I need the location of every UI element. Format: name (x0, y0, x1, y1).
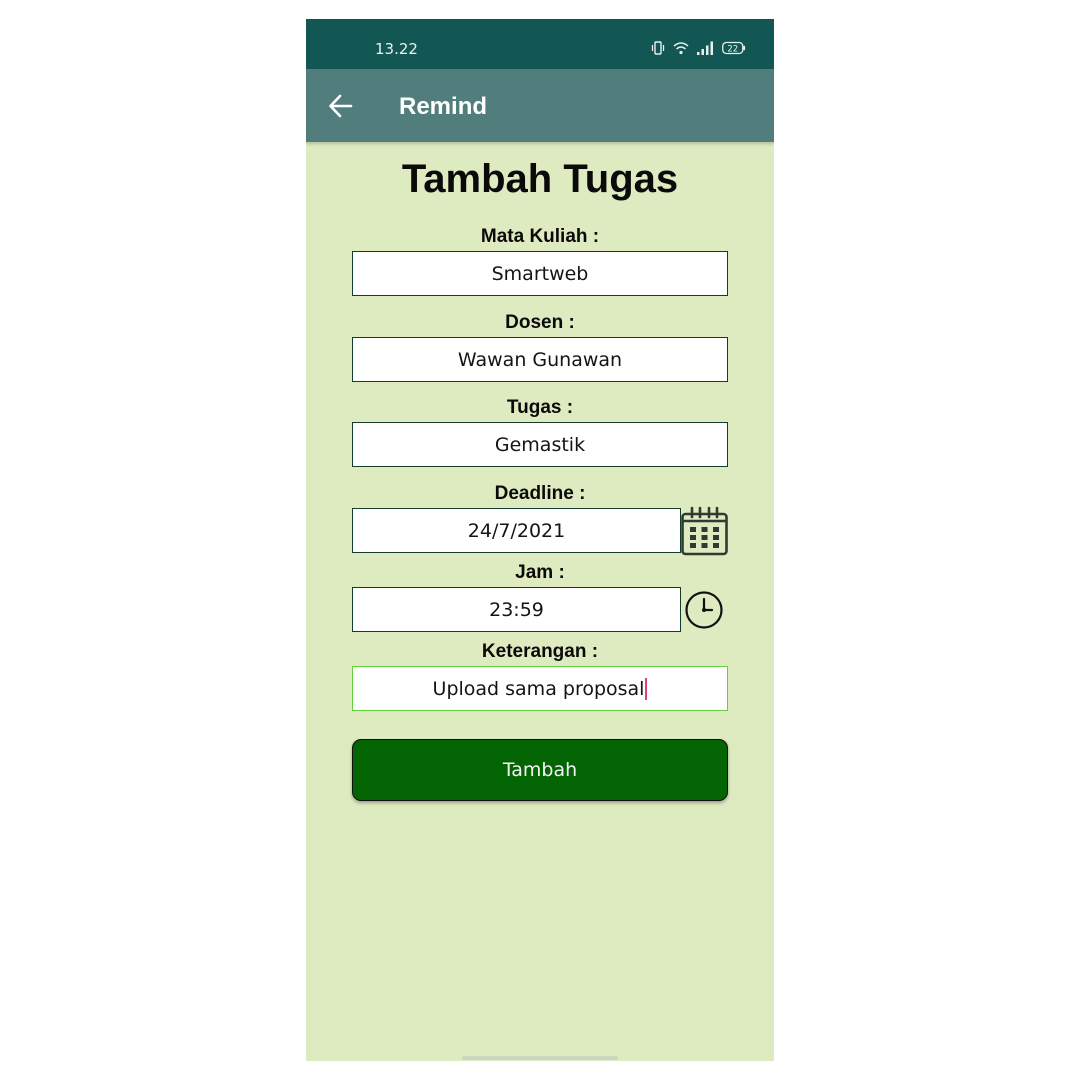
mata-kuliah-field[interactable]: Smartweb (352, 251, 728, 296)
status-time: 13.22 (375, 40, 418, 58)
dosen-label: Dosen : (505, 312, 575, 333)
tambah-button[interactable]: Tambah (352, 739, 728, 801)
home-indicator[interactable] (462, 1056, 618, 1060)
clock-button[interactable] (684, 590, 724, 630)
vibrate-icon (651, 41, 665, 55)
arrow-left-icon (329, 94, 353, 118)
status-bar: 13.22 22 (306, 19, 774, 69)
wifi-icon (673, 41, 689, 55)
keterangan-field[interactable]: Upload sama proposal (352, 666, 728, 711)
deadline-field[interactable]: 24/7/2021 (352, 508, 681, 553)
calendar-icon (681, 506, 728, 556)
jam-label: Jam : (515, 562, 565, 583)
deadline-label: Deadline : (494, 483, 586, 504)
battery-icon: 22 (722, 41, 746, 55)
status-icons: 22 (651, 40, 746, 56)
keterangan-label: Keterangan : (481, 641, 599, 662)
battery-level: 22 (727, 45, 738, 55)
tugas-label: Tugas : (506, 397, 574, 418)
app-title: Remind (399, 93, 488, 120)
calendar-button[interactable] (681, 506, 728, 556)
clock-icon (685, 591, 723, 629)
mata-kuliah-label: Mata Kuliah : (480, 226, 600, 247)
dosen-field[interactable]: Wawan Gunawan (352, 337, 728, 382)
jam-field[interactable]: 23:59 (352, 587, 681, 632)
page-title: Tambah Tugas (401, 157, 679, 201)
back-button[interactable] (326, 91, 356, 121)
phone-screen: 13.22 22 Remind Tambah Tugas Mata Kuliah… (306, 19, 774, 1061)
signal-icon (697, 41, 714, 55)
text-cursor (645, 677, 648, 700)
app-bar: Remind (306, 69, 774, 142)
tugas-field[interactable]: Gemastik (352, 422, 728, 467)
keterangan-value: Upload sama proposal (432, 677, 645, 700)
